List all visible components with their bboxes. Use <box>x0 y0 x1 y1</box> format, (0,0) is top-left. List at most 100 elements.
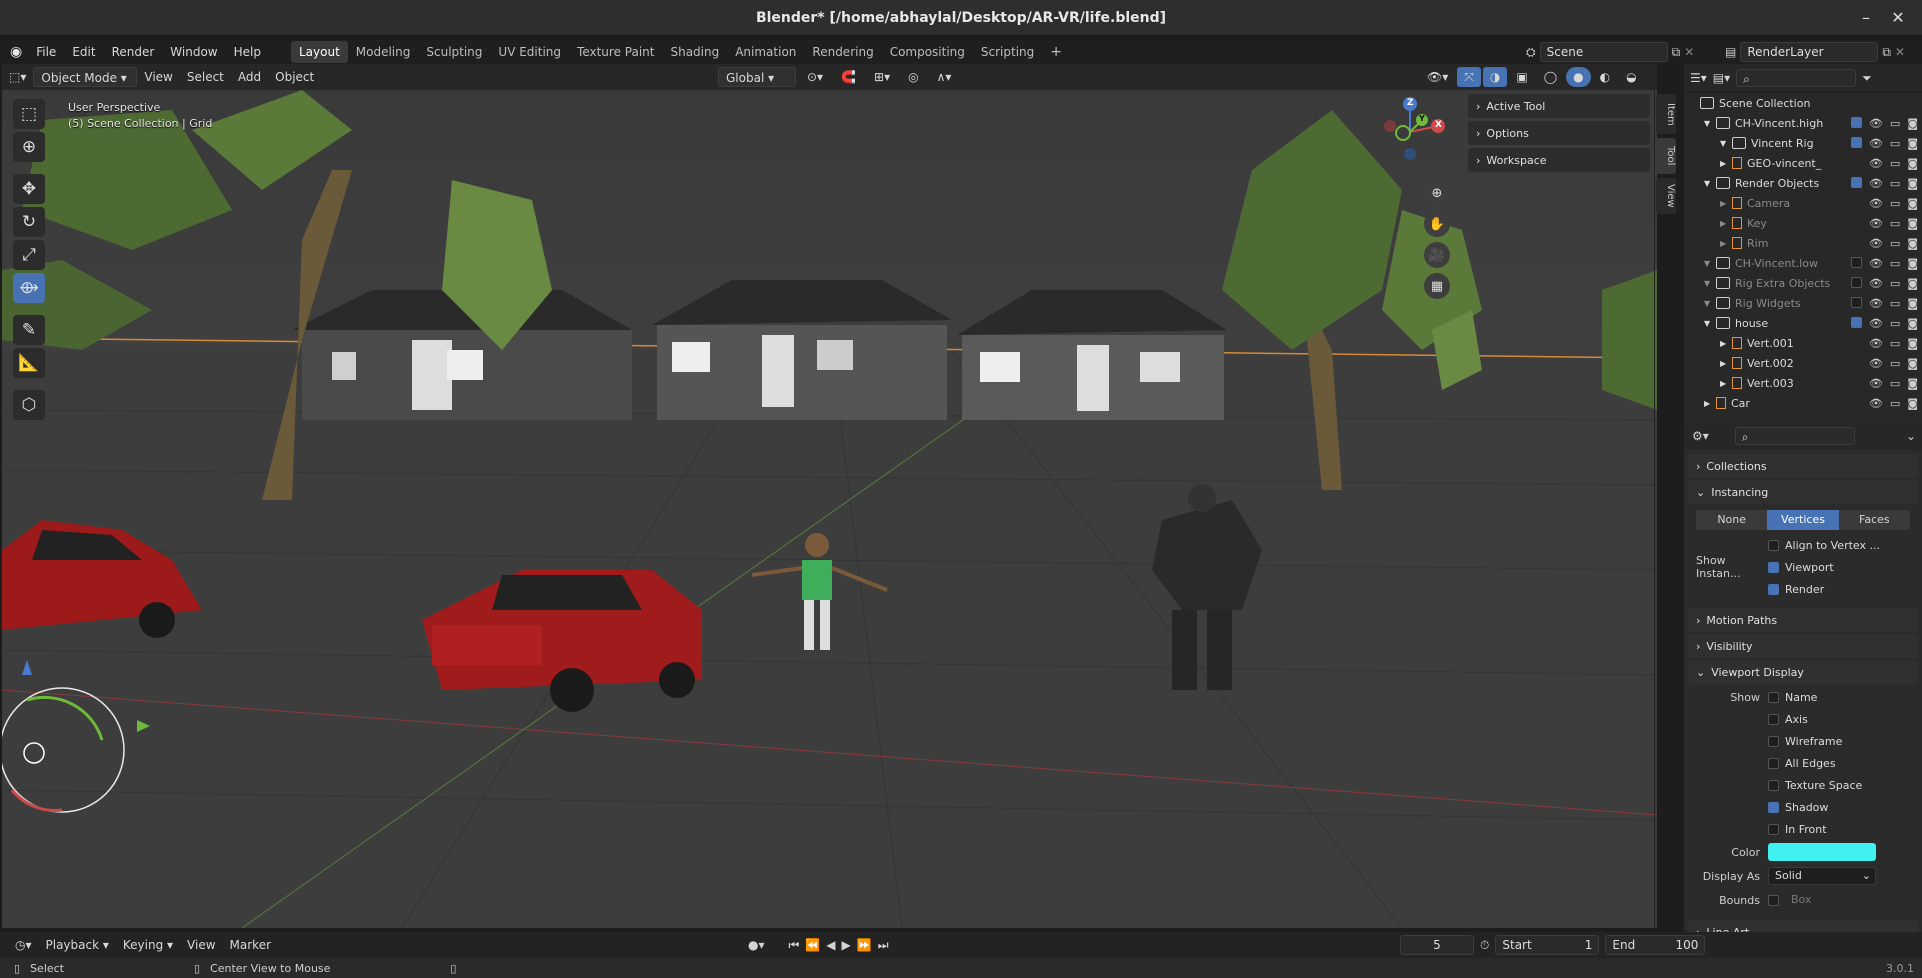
gizmo-toggle-icon[interactable]: ⤧ <box>1457 67 1481 87</box>
pan-hand-icon[interactable]: ✋ <box>1424 211 1450 237</box>
monitor-icon[interactable]: ▭ <box>1890 337 1900 350</box>
outliner-row[interactable]: ▼ Rig Extra Objects 👁 ▭ ◙ <box>1684 273 1922 293</box>
show-option-checkbox[interactable] <box>1768 713 1779 725</box>
outliner-row[interactable]: ▶ Rim 👁 ▭ ◙ <box>1684 233 1922 253</box>
monitor-icon[interactable]: ▭ <box>1890 377 1900 390</box>
show-option-checkbox[interactable] <box>1768 757 1779 769</box>
exclude-checkbox[interactable] <box>1850 136 1862 148</box>
monitor-icon[interactable]: ▭ <box>1890 357 1900 370</box>
outliner-row[interactable]: Scene Collection <box>1684 93 1922 113</box>
camera-icon[interactable]: ◙ <box>1907 317 1918 330</box>
transform-tool-icon[interactable]: ⟴ <box>13 273 45 303</box>
properties-options-icon[interactable]: ⌄ <box>1906 429 1916 443</box>
expand-arrow-icon[interactable]: ▶ <box>1720 339 1732 348</box>
expand-arrow-icon[interactable]: ▶ <box>1720 379 1732 388</box>
tab-compositing[interactable]: Compositing <box>882 41 973 63</box>
tab-modeling[interactable]: Modeling <box>348 41 419 63</box>
exclude-checkbox[interactable] <box>1850 296 1862 308</box>
expand-arrow-icon[interactable]: ▶ <box>1720 359 1732 368</box>
outliner-row[interactable]: ▼ CH-Vincent.high 👁 ▭ ◙ <box>1684 113 1922 133</box>
eye-icon[interactable]: 👁 <box>1869 177 1883 190</box>
blender-logo-icon[interactable]: ◉ <box>0 40 28 64</box>
monitor-icon[interactable]: ▭ <box>1890 297 1900 310</box>
camera-icon[interactable]: ◙ <box>1907 277 1918 290</box>
remove-scene-icon[interactable]: ✕ <box>1684 45 1694 59</box>
move-tool-icon[interactable]: ✥ <box>13 174 45 204</box>
jump-end-icon[interactable]: ⏭ <box>878 938 889 953</box>
view-menu[interactable]: View <box>137 67 179 87</box>
eye-icon[interactable]: 👁 <box>1869 357 1883 370</box>
expand-arrow-icon[interactable]: ▼ <box>1704 259 1716 268</box>
current-frame-field[interactable]: 5 <box>1400 935 1474 955</box>
camera-icon[interactable]: ◙ <box>1907 197 1918 210</box>
monitor-icon[interactable]: ▭ <box>1890 177 1900 190</box>
eye-icon[interactable]: 👁 <box>1869 317 1883 330</box>
playback-menu[interactable]: Playback ▾ <box>39 935 116 955</box>
exclude-checkbox[interactable] <box>1850 276 1862 288</box>
eye-icon[interactable]: 👁 <box>1869 257 1883 270</box>
expand-arrow-icon[interactable]: ▼ <box>1704 119 1716 128</box>
view-layer-field[interactable]: RenderLayer <box>1740 42 1879 62</box>
menu-render[interactable]: Render <box>104 40 163 64</box>
tab-rendering[interactable]: Rendering <box>804 41 881 63</box>
menu-help[interactable]: Help <box>226 40 269 64</box>
outliner-row[interactable]: ▼ CH-Vincent.low 👁 ▭ ◙ <box>1684 253 1922 273</box>
snap-icon[interactable]: 🧲 <box>834 67 863 87</box>
instancer-viewport-checkbox[interactable] <box>1768 561 1779 573</box>
visibility-icon[interactable]: 👁▾ <box>1420 67 1455 87</box>
visibility-panel-header[interactable]: › Visibility <box>1688 634 1918 658</box>
npanel-options[interactable]: › Options <box>1468 121 1650 145</box>
close-icon[interactable]: ✕ <box>1888 8 1908 28</box>
display-as-dropdown[interactable]: Solid ⌄ <box>1768 867 1876 885</box>
menu-window[interactable]: Window <box>162 40 225 64</box>
select-box-tool-icon[interactable]: ⬚ <box>13 99 45 129</box>
object-color-swatch[interactable] <box>1768 843 1876 861</box>
tab-scripting[interactable]: Scripting <box>973 41 1042 63</box>
camera-icon[interactable]: ◙ <box>1907 237 1918 250</box>
keying-menu[interactable]: Keying ▾ <box>116 935 180 955</box>
outliner-row[interactable]: ▶ Vert.001 👁 ▭ ◙ <box>1684 333 1922 353</box>
editor-type-icon[interactable]: ⬚▾ <box>2 67 33 87</box>
outliner-row[interactable]: ▼ Vincent Rig 👁 ▭ ◙ <box>1684 133 1922 153</box>
viewport-display-panel-header[interactable]: ⌄ Viewport Display <box>1688 660 1918 684</box>
display-mode-icon[interactable]: ▤▾ <box>1713 71 1730 85</box>
show-option-checkbox[interactable] <box>1768 691 1779 703</box>
instancing-panel-header[interactable]: ⌄ Instancing <box>1688 480 1918 504</box>
monitor-icon[interactable]: ▭ <box>1890 157 1900 170</box>
prev-keyframe-icon[interactable]: ⏪ <box>805 938 820 952</box>
camera-icon[interactable]: ◙ <box>1907 217 1918 230</box>
motion-paths-panel-header[interactable]: › Motion Paths <box>1688 608 1918 632</box>
eye-icon[interactable]: 👁 <box>1869 377 1883 390</box>
overlay-toggle-icon[interactable]: ◑ <box>1482 67 1508 87</box>
exclude-checkbox[interactable] <box>1850 176 1862 188</box>
eye-icon[interactable]: 👁 <box>1869 337 1883 350</box>
tab-view[interactable]: View <box>1656 178 1676 214</box>
exclude-checkbox[interactable] <box>1850 256 1862 268</box>
eye-icon[interactable]: 👁 <box>1869 277 1883 290</box>
tab-layout[interactable]: Layout <box>290 41 348 63</box>
show-option-checkbox[interactable] <box>1768 779 1779 791</box>
annotate-tool-icon[interactable]: ✎ <box>13 315 45 345</box>
jump-start-icon[interactable]: ⏮ <box>789 938 800 953</box>
monitor-icon[interactable]: ▭ <box>1890 277 1900 290</box>
outliner-row[interactable]: ▶ GEO-vincent_ 👁 ▭ ◙ <box>1684 153 1922 173</box>
outliner-row[interactable]: ▶ Vert.002 👁 ▭ ◙ <box>1684 353 1922 373</box>
expand-arrow-icon[interactable]: ▶ <box>1720 219 1732 228</box>
instancing-vertices-button[interactable]: Vertices <box>1767 510 1839 530</box>
npanel-workspace[interactable]: › Workspace <box>1468 148 1650 172</box>
expand-arrow-icon[interactable]: ▼ <box>1720 139 1732 148</box>
eye-icon[interactable]: 👁 <box>1869 117 1883 130</box>
start-frame-field[interactable]: Start 1 <box>1495 935 1600 955</box>
monitor-icon[interactable]: ▭ <box>1890 117 1900 130</box>
camera-icon[interactable]: ◙ <box>1907 117 1918 130</box>
tab-tool[interactable]: Tool <box>1656 138 1676 174</box>
monitor-icon[interactable]: ▭ <box>1890 137 1900 150</box>
scene-icon[interactable]: ⛭ <box>1526 45 1536 60</box>
zoom-icon[interactable]: ⊕ <box>1424 180 1450 206</box>
falloff-icon[interactable]: ∧▾ <box>930 67 959 87</box>
expand-arrow-icon[interactable]: ▶ <box>1720 159 1732 168</box>
bounds-checkbox[interactable] <box>1768 894 1779 906</box>
proportional-edit-icon[interactable]: ◎ <box>901 67 925 87</box>
scene-name-field[interactable]: Scene <box>1539 42 1668 62</box>
orientation-dropdown[interactable]: Global ▾ <box>718 67 796 87</box>
